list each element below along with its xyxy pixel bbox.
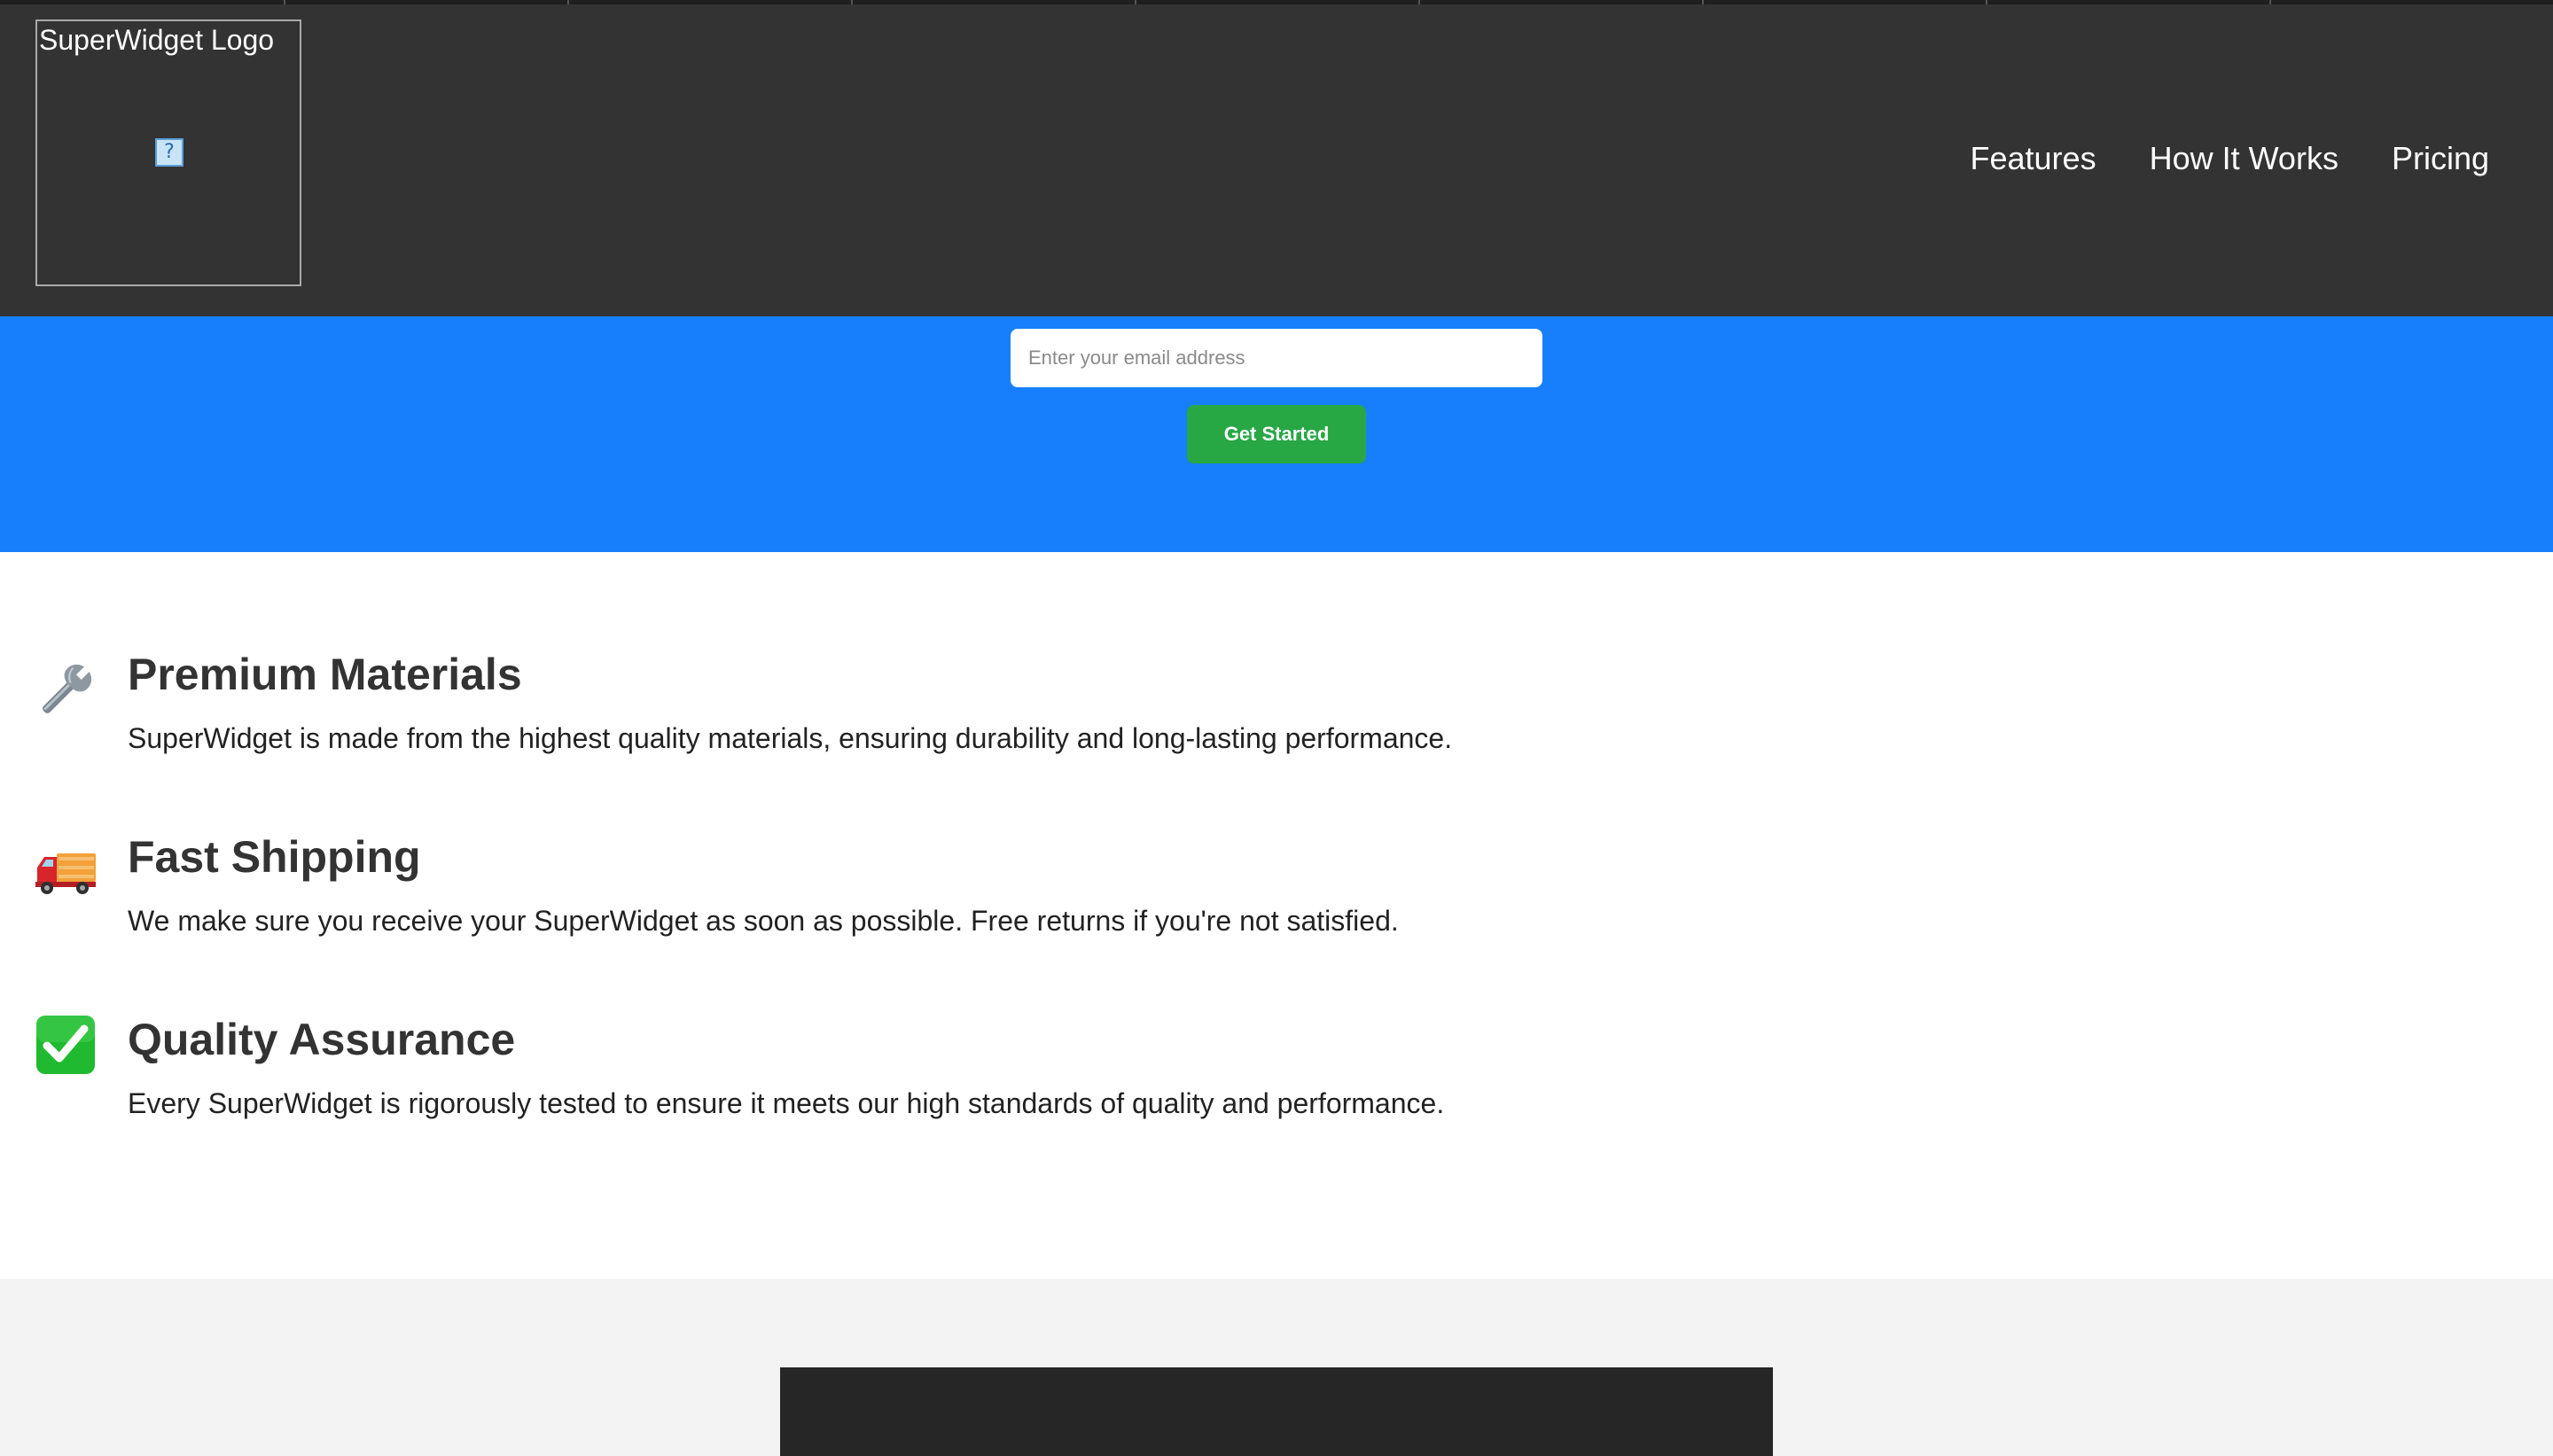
check-mark-icon (36, 1016, 95, 1074)
email-input[interactable] (1011, 329, 1542, 387)
tab-divider (567, 0, 569, 4)
feature-description: We make sure you receive your SuperWidge… (128, 905, 1399, 937)
tab-divider (1418, 0, 1420, 4)
logo-alt-text: SuperWidget Logo (39, 24, 275, 56)
nav-link-pricing[interactable]: Pricing (2392, 138, 2489, 179)
feature-description: Every SuperWidget is rigorously tested t… (128, 1087, 1445, 1119)
bottom-section (0, 1279, 2553, 1456)
nav-link-how-it-works[interactable]: How It Works (2150, 138, 2338, 179)
features-section: Premium Materials SuperWidget is made fr… (0, 552, 2553, 1279)
feature-item: Quality Assurance Every SuperWidget is r… (0, 1013, 2553, 1190)
tab-divider (1986, 0, 1987, 4)
tab-divider (851, 0, 853, 4)
feature-title: Premium Materials (128, 650, 522, 699)
feature-item: Fast Shipping We make sure you receive y… (0, 830, 2553, 1008)
top-tab-strip (0, 0, 2553, 4)
broken-image-icon: ? (155, 138, 183, 167)
feature-title: Quality Assurance (128, 1015, 516, 1064)
nav-link-features[interactable]: Features (1971, 138, 2096, 179)
tab-divider (2269, 0, 2271, 4)
dark-content-panel (780, 1367, 1773, 1456)
get-started-button[interactable]: Get Started (1187, 405, 1366, 463)
wrench-icon (43, 664, 92, 713)
site-header: SuperWidget Logo ? Features How It Works… (0, 0, 2553, 316)
tab-divider (1702, 0, 1704, 4)
feature-title: Fast Shipping (128, 832, 421, 882)
tab-divider (1135, 0, 1136, 4)
delivery-truck-icon (35, 853, 96, 894)
hero-section: Get Started (0, 316, 2553, 552)
tab-divider (284, 0, 285, 4)
feature-description: SuperWidget is made from the highest qua… (128, 722, 1453, 754)
feature-item: Premium Materials SuperWidget is made fr… (0, 648, 2553, 825)
main-nav: Features How It Works Pricing (1971, 138, 2490, 179)
logo[interactable]: SuperWidget Logo ? (35, 19, 301, 286)
